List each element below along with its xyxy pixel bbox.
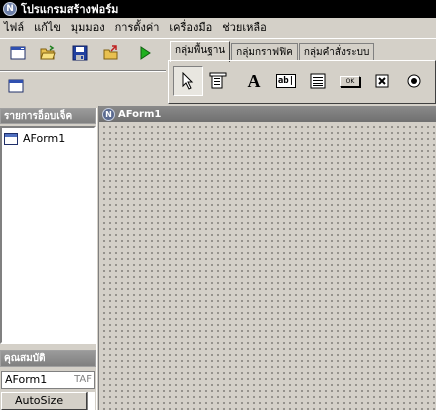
memo-tool-icon[interactable] <box>303 66 333 96</box>
property-row[interactable]: AutoSize <box>1 392 95 410</box>
toolbar-divider <box>0 70 166 72</box>
form-designer: N AForm1 <box>98 106 436 410</box>
radio-tool-icon[interactable] <box>399 66 429 96</box>
new-form-icon[interactable] <box>6 42 30 64</box>
object-name: AForm1 <box>23 132 66 145</box>
form-window-icon[interactable] <box>4 75 28 97</box>
menu-settings[interactable]: การตั้งค่า <box>110 19 165 37</box>
title-bar: N โปรแกรมสร้างฟอร์ม <box>0 0 436 18</box>
menu-help[interactable]: ช่วยเหลือ <box>217 19 271 37</box>
property-panel-title: คุณสมบัติ <box>0 350 96 367</box>
component-palette: A ab| OK <box>168 60 436 104</box>
object-panel-title: รายการอ็อบเจ็ค <box>0 108 96 124</box>
menu-bar: ไฟล์ แก้ไข มุมมอง การตั้งค่า เครื่องมือ … <box>0 18 436 38</box>
list-item[interactable]: AForm1 <box>4 131 65 146</box>
palette-tabs: กลุ่มพื้นฐาน กลุ่มกราฟฟิค กลุ่มคำสั่งระบ… <box>170 39 375 62</box>
menu-view[interactable]: มุมมอง <box>66 19 110 37</box>
property-name: AutoSize <box>1 392 87 410</box>
pointer-icon[interactable] <box>173 66 203 96</box>
property-panel: คุณสมบัติ AForm1 TAF AutoSize <box>0 350 96 410</box>
tab-basic[interactable]: กลุ่มพื้นฐาน <box>170 41 231 62</box>
tab-graphics[interactable]: กลุ่มกราฟฟิค <box>231 43 298 61</box>
menu-edit[interactable]: แก้ไข <box>29 19 66 37</box>
selected-object-name: AForm1 <box>5 373 48 386</box>
window-title: โปรแกรมสร้างฟอร์ม <box>21 3 119 16</box>
form-object-icon <box>4 132 18 145</box>
selected-object-type: TAF <box>74 374 92 385</box>
menu-tool-icon[interactable] <box>203 66 233 96</box>
checkbox-tool-icon[interactable] <box>367 66 397 96</box>
app-logo-icon: N <box>102 107 115 121</box>
form-caption: AForm1 <box>118 108 162 120</box>
menu-tools[interactable]: เครื่องมือ <box>164 19 217 37</box>
form-caption-bar[interactable]: N AForm1 <box>99 106 436 122</box>
design-canvas[interactable] <box>99 122 436 410</box>
tab-system[interactable]: กลุ่มคำสั่งระบบ <box>298 43 375 61</box>
textbox-tool-icon[interactable]: ab| <box>271 66 301 96</box>
toolbar: กลุ่มพื้นฐาน กลุ่มกราฟฟิค กลุ่มคำสั่งระบ… <box>0 38 436 105</box>
app-logo-icon: N <box>3 2 17 16</box>
object-list[interactable]: AForm1 <box>0 126 96 344</box>
property-value[interactable] <box>87 392 95 410</box>
button-tool-icon[interactable]: OK <box>335 66 365 96</box>
label-tool-icon[interactable]: A <box>239 66 269 96</box>
open-folder-icon[interactable] <box>36 42 60 64</box>
run-icon[interactable] <box>133 42 157 64</box>
menu-file[interactable]: ไฟล์ <box>0 19 29 37</box>
save-icon[interactable] <box>68 42 92 64</box>
object-panel: รายการอ็อบเจ็ค AForm1 <box>0 108 96 344</box>
export-icon[interactable] <box>99 42 123 64</box>
object-selector[interactable]: AForm1 TAF <box>1 371 95 389</box>
